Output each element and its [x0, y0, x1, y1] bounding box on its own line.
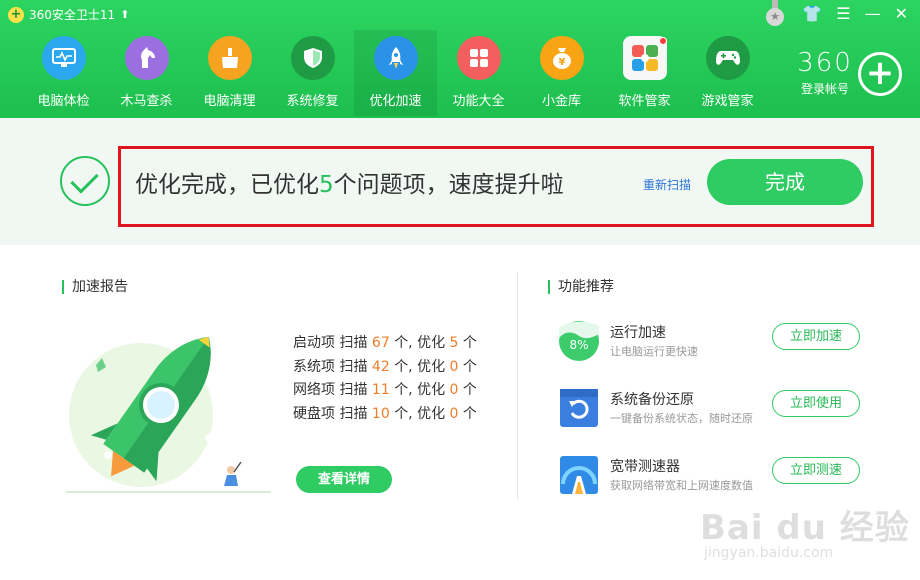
- rescan-link[interactable]: 重新扫描: [643, 176, 691, 193]
- nav-item-optimize[interactable]: 优化加速: [354, 30, 437, 116]
- account-area[interactable]: 360 登录帐号: [790, 50, 860, 97]
- nav-item-games[interactable]: 游戏管家: [686, 30, 769, 116]
- skin-icon[interactable]: 👕: [802, 4, 822, 23]
- rocket-icon: [373, 36, 418, 80]
- app-title: 360安全卫士11: [29, 8, 116, 22]
- nav-item-checkup[interactable]: 电脑体检: [22, 30, 105, 116]
- test-now-button[interactable]: 立即测速: [772, 457, 860, 484]
- nav-label: 电脑体检: [37, 94, 90, 109]
- stat-row-network: 网络项 扫描 11 个, 优化 0 个: [293, 382, 477, 398]
- rocket-illustration: [66, 320, 276, 500]
- login-link[interactable]: 登录帐号: [790, 80, 860, 97]
- menu-icon[interactable]: ☰: [836, 4, 850, 23]
- minimize-icon[interactable]: —: [865, 4, 881, 23]
- feature-desc: 让电脑运行更快速: [610, 345, 698, 358]
- upgrade-arrow-icon[interactable]: ⬆: [120, 8, 129, 21]
- nav-item-features[interactable]: 功能大全: [437, 30, 520, 116]
- close-icon[interactable]: ✕: [895, 4, 908, 23]
- brand-360: 360: [797, 48, 853, 78]
- use-now-button[interactable]: 立即使用: [772, 390, 860, 417]
- check-circle-icon: [60, 156, 110, 206]
- shield-icon: [290, 36, 335, 80]
- notification-dot-icon: [658, 37, 667, 45]
- window-controls: 👕 ☰ — ✕: [802, 4, 908, 23]
- svg-text:¥: ¥: [558, 57, 565, 68]
- flower-icon: [622, 36, 667, 80]
- feature-title: 宽带测速器: [610, 459, 680, 475]
- speedup-now-button[interactable]: 立即加速: [772, 323, 860, 350]
- features-title: 功能推荐: [548, 280, 614, 294]
- section-divider: [517, 272, 518, 500]
- feature-desc: 获取网络带宽和上网速度数值: [610, 479, 753, 492]
- nav-label: 木马查杀: [120, 94, 173, 109]
- main-nav: 电脑体检 木马查杀 电脑清理 系统修复 优化加速 功能大全 ¥ 小金库 软件管家…: [22, 30, 769, 116]
- nav-item-trojan[interactable]: 木马查杀: [105, 30, 188, 116]
- speed-meter-icon: [558, 454, 600, 496]
- scan-stats: 启动项 扫描 67 个, 优化 5 个 系统项 扫描 42 个, 优化 0 个 …: [293, 332, 477, 426]
- nav-item-vault[interactable]: ¥ 小金库: [520, 30, 603, 116]
- monitor-icon: [41, 36, 86, 80]
- title-bar: + 360安全卫士11 ⬆: [8, 6, 129, 23]
- nav-label: 优化加速: [369, 94, 422, 109]
- nav-item-software[interactable]: 软件管家: [603, 30, 686, 116]
- feature-title: 运行加速: [610, 325, 666, 341]
- moneybag-icon: ¥: [539, 36, 584, 80]
- feature-item-backup: 系统备份还原 一键备份系统状态，随时还原 立即使用: [556, 387, 876, 431]
- nav-label: 软件管家: [618, 94, 671, 109]
- nav-label: 功能大全: [452, 94, 505, 109]
- baidu-watermark: Bai du 经验 jingyan.baidu.com: [700, 508, 910, 561]
- feature-item-run-speedup: 8% 运行加速 让电脑运行更快速 立即加速: [556, 320, 876, 364]
- nav-label: 电脑清理: [203, 94, 256, 109]
- done-button[interactable]: 完成: [707, 159, 863, 205]
- stat-row-system: 系统项 扫描 42 个, 优化 0 个: [293, 358, 477, 375]
- medal-icon[interactable]: ★: [764, 0, 786, 30]
- backup-restore-icon: [558, 387, 600, 429]
- nav-item-repair[interactable]: 系统修复: [271, 30, 354, 116]
- nav-label: 游戏管家: [701, 94, 754, 109]
- feature-desc: 一键备份系统状态，随时还原: [610, 412, 753, 425]
- header-bar: + 360安全卫士11 ⬆ ★ 👕 ☰ — ✕ 电脑体检 木马查杀 电脑清理 系…: [0, 0, 920, 118]
- feature-title: 系统备份还原: [610, 392, 694, 408]
- nav-item-cleanup[interactable]: 电脑清理: [188, 30, 271, 116]
- nav-label: 系统修复: [286, 94, 339, 109]
- app-logo-icon: +: [8, 6, 24, 23]
- svg-text:8%: 8%: [569, 338, 588, 352]
- result-message: 优化完成，已优化5个问题项，速度提升啦: [135, 172, 564, 198]
- stat-row-startup: 启动项 扫描 67 个, 优化 5 个: [293, 335, 477, 351]
- grid-icon: [456, 36, 501, 80]
- add-account-icon[interactable]: +: [858, 52, 902, 96]
- stat-row-disk: 硬盘项 扫描 10 个, 优化 0 个: [293, 405, 477, 422]
- broom-icon: [207, 36, 252, 80]
- nav-label: 小金库: [541, 94, 581, 109]
- view-details-button[interactable]: 查看详情: [296, 466, 392, 493]
- speed-percent-icon: 8%: [558, 320, 600, 362]
- report-title: 加速报告: [62, 280, 128, 294]
- optimized-count: 5: [319, 172, 334, 198]
- gamepad-icon: [705, 36, 750, 80]
- result-banner: 优化完成，已优化5个问题项，速度提升啦 重新扫描 完成: [0, 118, 920, 245]
- horse-icon: [124, 36, 169, 80]
- feature-item-speedtest: 宽带测速器 获取网络带宽和上网速度数值 立即测速: [556, 454, 876, 498]
